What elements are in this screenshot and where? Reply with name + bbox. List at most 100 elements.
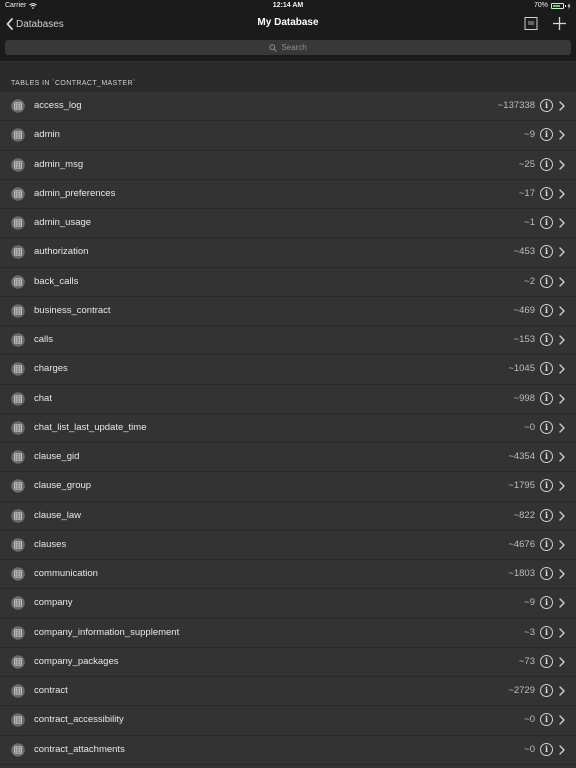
status-bar: Carrier 12:14 AM 70%	[0, 0, 576, 12]
table-icon	[11, 537, 25, 552]
chevron-right-icon	[559, 159, 565, 170]
table-icon	[11, 654, 25, 669]
table-row[interactable]: clause_gid ~4354 i	[0, 443, 576, 473]
table-icon	[11, 420, 25, 435]
table-name: contract	[34, 685, 68, 696]
chevron-right-icon	[559, 335, 565, 345]
row-count: ~9	[524, 129, 535, 141]
info-icon[interactable]: i	[540, 186, 553, 200]
table-row[interactable]: access_log ~137338 i	[0, 92, 576, 122]
search-bar-container: Search	[0, 36, 576, 61]
table-row[interactable]: admin_preferences ~17 i	[0, 179, 576, 209]
info-icon[interactable]: i	[540, 596, 553, 610]
row-count: ~73	[518, 655, 535, 667]
row-count: ~0	[524, 743, 535, 755]
table-name: clause_group	[34, 480, 92, 492]
chevron-right-icon	[559, 481, 565, 491]
chevron-right-icon	[559, 627, 565, 638]
table-row[interactable]: clause_law ~822 i	[0, 501, 576, 531]
table-row[interactable]: calls ~153 i	[0, 326, 576, 356]
table-row[interactable]: admin_msg ~25 i	[0, 150, 576, 180]
table-name: company_information_supplement	[34, 626, 180, 638]
table-row[interactable]: authorization ~453 i	[0, 238, 576, 268]
row-count: ~998	[513, 392, 535, 404]
table-name: access_log	[34, 100, 82, 111]
info-icon[interactable]: i	[540, 157, 553, 171]
info-icon[interactable]: i	[540, 391, 553, 405]
info-icon[interactable]: i	[540, 479, 553, 493]
table-row[interactable]: communication ~1803 i	[0, 560, 576, 590]
table-row[interactable]: contract_accessibility ~0 i	[0, 706, 576, 736]
chevron-right-icon	[559, 306, 565, 316]
charging-icon	[567, 2, 571, 9]
chevron-right-icon	[559, 452, 565, 462]
info-icon[interactable]: i	[540, 216, 553, 229]
table-row[interactable]: clauses ~4676 i	[0, 530, 576, 560]
chevron-right-icon	[559, 247, 565, 257]
info-icon[interactable]: i	[540, 713, 553, 727]
table-icon	[11, 362, 25, 377]
table-row[interactable]: chat ~998 i	[0, 384, 576, 414]
table-icon	[11, 625, 25, 640]
info-icon[interactable]: i	[540, 742, 553, 756]
chevron-right-icon	[559, 569, 565, 579]
table-row[interactable]: company_packages ~73 i	[0, 647, 576, 677]
chevron-right-icon	[559, 657, 565, 667]
info-icon[interactable]: i	[540, 567, 553, 580]
info-icon[interactable]: i	[540, 537, 553, 551]
table-row[interactable]: business_contract ~469 i	[0, 296, 576, 326]
info-icon[interactable]: i	[540, 245, 553, 259]
document-icon[interactable]	[524, 17, 538, 30]
row-count: ~0	[524, 421, 535, 433]
table-row[interactable]: clause_group ~1795 i	[0, 472, 576, 502]
row-count: ~1045	[508, 363, 535, 375]
table-name: contract_attachments	[34, 743, 125, 755]
info-icon[interactable]: i	[540, 128, 553, 142]
chevron-right-icon	[559, 540, 565, 550]
row-count: ~2	[524, 275, 535, 287]
chevron-right-icon	[559, 218, 565, 228]
info-icon[interactable]: i	[540, 508, 553, 522]
table-icon	[11, 479, 25, 494]
table-row[interactable]: company ~9 i	[0, 589, 576, 619]
info-icon[interactable]: i	[540, 274, 553, 288]
row-count: ~9	[524, 597, 535, 609]
table-name: clause_law	[34, 509, 81, 521]
info-icon[interactable]: i	[540, 450, 553, 463]
table-icon	[11, 186, 25, 201]
table-name: company	[34, 597, 73, 609]
table-icon	[11, 99, 25, 113]
table-row[interactable]: contract_attachments ~0 i	[0, 735, 576, 765]
table-name: admin_msg	[34, 158, 84, 170]
table-row[interactable]: back_calls ~2 i	[0, 267, 576, 297]
chevron-right-icon	[559, 189, 565, 199]
table-icon	[11, 303, 25, 318]
table-row[interactable]: contract ~2729 i	[0, 677, 576, 707]
chevron-right-icon	[559, 276, 565, 287]
table-row[interactable]: company_information_supplement ~3 i	[0, 618, 576, 648]
info-icon[interactable]: i	[540, 420, 553, 434]
row-count: ~2729	[508, 685, 535, 696]
row-count: ~0	[524, 714, 535, 726]
table-row[interactable]: admin ~9 i	[0, 121, 576, 151]
table-row[interactable]: charges ~1045 i	[0, 355, 576, 385]
info-icon[interactable]: i	[540, 654, 553, 668]
battery-icon	[551, 2, 566, 9]
table-row[interactable]: chat_list_last_update_time ~0 i	[0, 413, 576, 443]
table-name: clause_gid	[34, 451, 80, 462]
info-icon[interactable]: i	[540, 625, 553, 639]
table-row[interactable]: admin_usage ~1 i	[0, 209, 576, 239]
plus-icon[interactable]	[552, 16, 567, 31]
table-icon	[11, 450, 25, 464]
info-icon[interactable]: i	[540, 684, 553, 697]
info-icon[interactable]: i	[540, 99, 553, 112]
chevron-right-icon	[559, 423, 565, 433]
chevron-right-icon	[559, 715, 565, 725]
table-name: calls	[34, 334, 54, 345]
row-count: ~1803	[508, 568, 535, 579]
search-input[interactable]: Search	[5, 40, 571, 55]
info-icon[interactable]: i	[540, 362, 553, 376]
table-icon	[11, 157, 25, 172]
info-icon[interactable]: i	[540, 333, 553, 346]
info-icon[interactable]: i	[540, 303, 553, 317]
